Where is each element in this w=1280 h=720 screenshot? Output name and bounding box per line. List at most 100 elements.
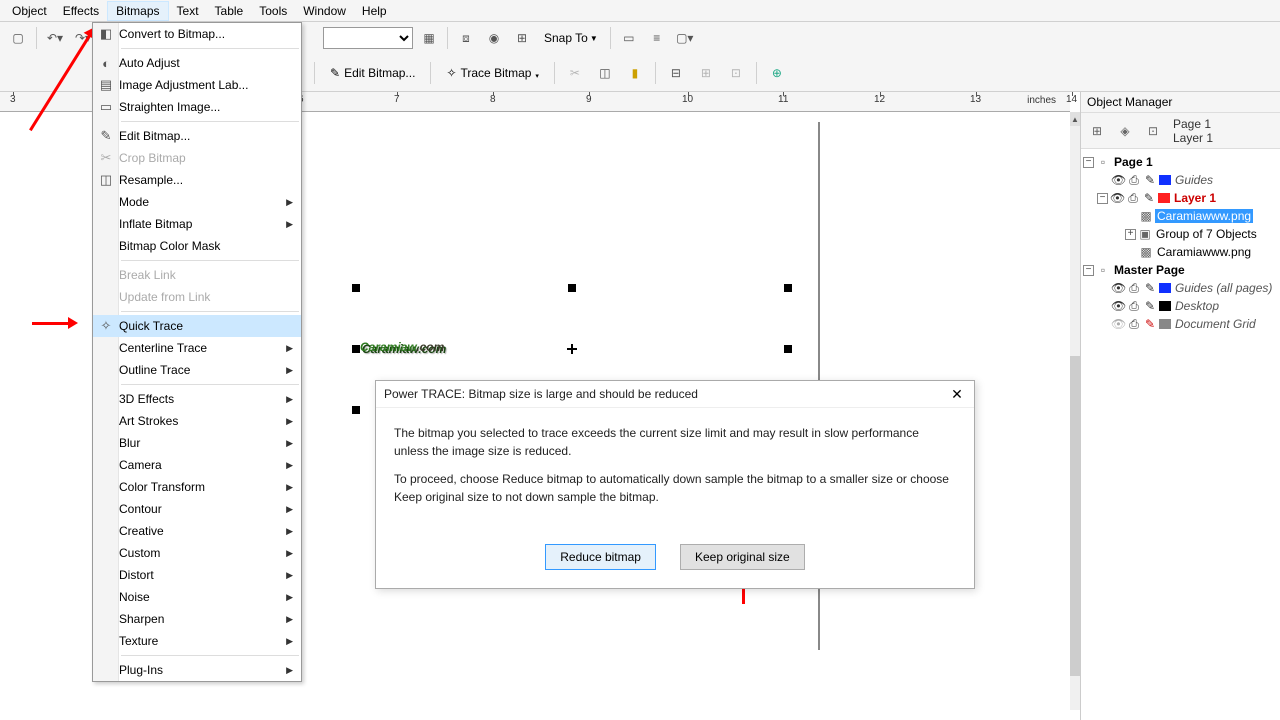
menu-text[interactable]: Text: [169, 2, 207, 20]
tree-page[interactable]: Page 1: [1112, 155, 1155, 169]
tree-item[interactable]: Guides (all pages): [1173, 281, 1274, 295]
tree-item[interactable]: Desktop: [1173, 299, 1221, 313]
reduce-bitmap-button[interactable]: Reduce bitmap: [545, 544, 656, 570]
tree-item[interactable]: Guides: [1173, 173, 1215, 187]
editable-icon[interactable]: ✎: [1143, 173, 1157, 187]
menu-table[interactable]: Table: [207, 2, 252, 20]
visibility-icon[interactable]: 👁: [1111, 281, 1125, 295]
visibility-icon[interactable]: 👁: [1110, 191, 1124, 205]
close-icon[interactable]: ✕: [948, 385, 966, 403]
vertical-scrollbar[interactable]: ▲: [1070, 112, 1080, 710]
menu-item-inflate-bitmap[interactable]: Inflate Bitmap▶: [93, 213, 301, 235]
add-icon[interactable]: ⊕: [765, 61, 789, 85]
snap-to-dropdown[interactable]: Snap To ▼: [538, 29, 604, 47]
menu-window[interactable]: Window: [295, 2, 354, 20]
layer-color[interactable]: [1158, 193, 1170, 203]
object-tree[interactable]: −▫Page 1 👁⎙✎Guides −👁⎙✎Layer 1 ▩Caramiaw…: [1081, 149, 1280, 337]
wrap3-icon[interactable]: ⊡: [724, 61, 748, 85]
undo-icon[interactable]: ↶▾: [43, 26, 67, 50]
resize-handle[interactable]: [352, 406, 360, 414]
tree-layer[interactable]: Layer 1: [1172, 191, 1218, 205]
layer-color[interactable]: [1159, 319, 1171, 329]
layer-color[interactable]: [1159, 175, 1171, 185]
menu-effects[interactable]: Effects: [55, 2, 107, 20]
align-icon[interactable]: ⧈: [454, 26, 478, 50]
menu-item-contour[interactable]: Contour▶: [93, 498, 301, 520]
wrap1-icon[interactable]: ⊟: [664, 61, 688, 85]
print-icon[interactable]: ⎙: [1127, 317, 1141, 332]
print-icon[interactable]: ⎙: [1127, 281, 1141, 296]
menu-item-quick-trace[interactable]: ✧Quick Trace: [93, 315, 301, 337]
menu-bitmaps[interactable]: Bitmaps: [107, 1, 168, 21]
tree-item[interactable]: Document Grid: [1173, 317, 1258, 331]
menu-item-3d-effects[interactable]: 3D Effects▶: [93, 388, 301, 410]
visibility-icon[interactable]: 👁: [1111, 173, 1125, 187]
resize-handle[interactable]: [784, 345, 792, 353]
edit-bitmap-button[interactable]: ✎Edit Bitmap...: [323, 63, 422, 83]
menu-item-custom[interactable]: Custom▶: [93, 542, 301, 564]
menu-item-blur[interactable]: Blur▶: [93, 432, 301, 454]
scroll-thumb[interactable]: [1070, 356, 1080, 676]
options2-icon[interactable]: ≡: [645, 26, 669, 50]
menu-item-distort[interactable]: Distort▶: [93, 564, 301, 586]
menu-item-texture[interactable]: Texture▶: [93, 630, 301, 652]
new-icon[interactable]: ▢: [6, 26, 30, 50]
expand-icon[interactable]: +: [1125, 229, 1136, 240]
snapping-icon[interactable]: ◉: [482, 26, 506, 50]
menu-item-image-adjustment-lab[interactable]: ▤Image Adjustment Lab...: [93, 74, 301, 96]
print-icon[interactable]: ⎙: [1127, 173, 1141, 188]
dynamic-icon[interactable]: ⊞: [510, 26, 534, 50]
wrap2-icon[interactable]: ⊞: [694, 61, 718, 85]
colormask-icon[interactable]: ▮: [623, 61, 647, 85]
resample-icon[interactable]: ◫: [593, 61, 617, 85]
options1-icon[interactable]: ▭: [617, 26, 641, 50]
menu-item-edit-bitmap[interactable]: ✎Edit Bitmap...: [93, 125, 301, 147]
menu-item-camera[interactable]: Camera▶: [93, 454, 301, 476]
resize-handle[interactable]: [568, 284, 576, 292]
visibility-icon[interactable]: 👁: [1111, 299, 1125, 313]
tree-item[interactable]: Caramiawww.png: [1155, 209, 1253, 223]
units-icon[interactable]: ▦: [417, 26, 441, 50]
om-tool-icon[interactable]: ⊞: [1085, 119, 1109, 143]
keep-original-button[interactable]: Keep original size: [680, 544, 805, 570]
tree-item[interactable]: Caramiawww.png: [1155, 245, 1253, 259]
crop-icon[interactable]: ✂: [563, 61, 587, 85]
editable-icon[interactable]: ✎: [1143, 281, 1157, 295]
menu-item-plug-ins[interactable]: Plug-Ins▶: [93, 659, 301, 681]
expand-icon[interactable]: −: [1097, 193, 1108, 204]
menu-item-straighten-image[interactable]: ▭Straighten Image...: [93, 96, 301, 118]
menu-item-mode[interactable]: Mode▶: [93, 191, 301, 213]
editable-icon[interactable]: ✎: [1142, 191, 1156, 205]
menu-item-convert-to-bitmap[interactable]: ◧Convert to Bitmap...: [93, 23, 301, 45]
menu-item-bitmap-color-mask[interactable]: Bitmap Color Mask: [93, 235, 301, 257]
resize-handle[interactable]: [352, 284, 360, 292]
menu-object[interactable]: Object: [4, 2, 55, 20]
print-icon[interactable]: ⎙: [1127, 299, 1141, 314]
menu-item-creative[interactable]: Creative▶: [93, 520, 301, 542]
print-icon[interactable]: ⎙: [1126, 191, 1140, 206]
expand-icon[interactable]: −: [1083, 157, 1094, 168]
tree-master-page[interactable]: Master Page: [1112, 263, 1187, 277]
resize-handle[interactable]: [352, 345, 360, 353]
options3-icon[interactable]: ▢▾: [673, 26, 697, 50]
om-tool-icon[interactable]: ◈: [1113, 119, 1137, 143]
combo-box[interactable]: [323, 27, 413, 49]
resize-handle[interactable]: [784, 284, 792, 292]
editable-icon[interactable]: ✎: [1143, 317, 1157, 331]
visibility-icon[interactable]: 👁: [1111, 317, 1125, 331]
editable-icon[interactable]: ✎: [1143, 299, 1157, 313]
menu-item-noise[interactable]: Noise▶: [93, 586, 301, 608]
menu-item-auto-adjust[interactable]: ◐Auto Adjust: [93, 52, 301, 74]
trace-bitmap-button[interactable]: ✧Trace Bitmap▾: [439, 63, 546, 83]
menu-item-centerline-trace[interactable]: Centerline Trace▶: [93, 337, 301, 359]
expand-icon[interactable]: −: [1083, 265, 1094, 276]
menu-item-resample[interactable]: ◫Resample...: [93, 169, 301, 191]
layer-color[interactable]: [1159, 283, 1171, 293]
menu-item-art-strokes[interactable]: Art Strokes▶: [93, 410, 301, 432]
menu-help[interactable]: Help: [354, 2, 395, 20]
menu-item-sharpen[interactable]: Sharpen▶: [93, 608, 301, 630]
om-tool-icon[interactable]: ⊡: [1141, 119, 1165, 143]
menu-tools[interactable]: Tools: [251, 2, 295, 20]
menu-item-outline-trace[interactable]: Outline Trace▶: [93, 359, 301, 381]
layer-color[interactable]: [1159, 301, 1171, 311]
